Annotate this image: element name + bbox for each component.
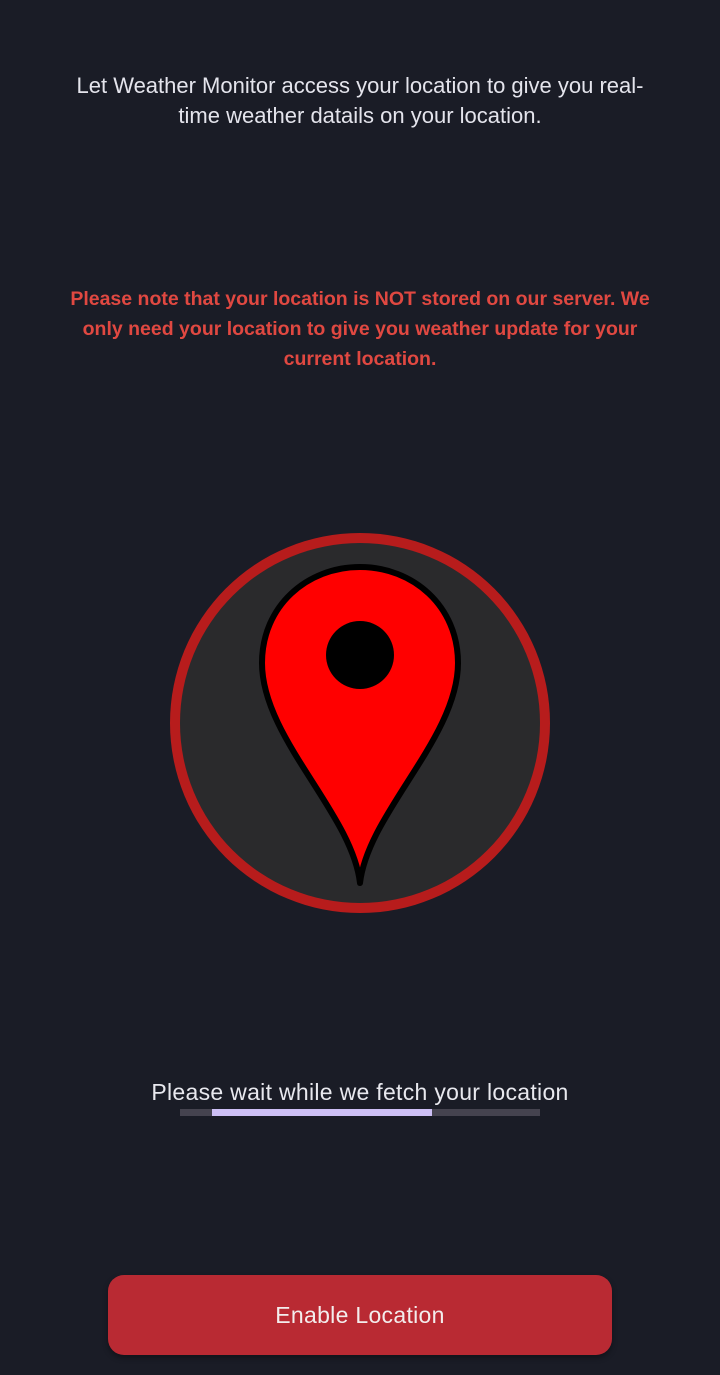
location-permission-intro: Let Weather Monitor access your location… — [76, 73, 644, 128]
location-pin-icon — [170, 533, 550, 913]
pin-dot — [326, 621, 394, 689]
location-progress-bar — [180, 1109, 540, 1116]
progress-indicator — [212, 1109, 432, 1116]
enable-location-button[interactable]: Enable Location — [108, 1275, 612, 1355]
location-illustration — [160, 523, 560, 923]
privacy-notice: Please note that your location is NOT st… — [70, 288, 650, 370]
loading-status-text: Please wait while we fetch your location — [151, 1079, 569, 1105]
